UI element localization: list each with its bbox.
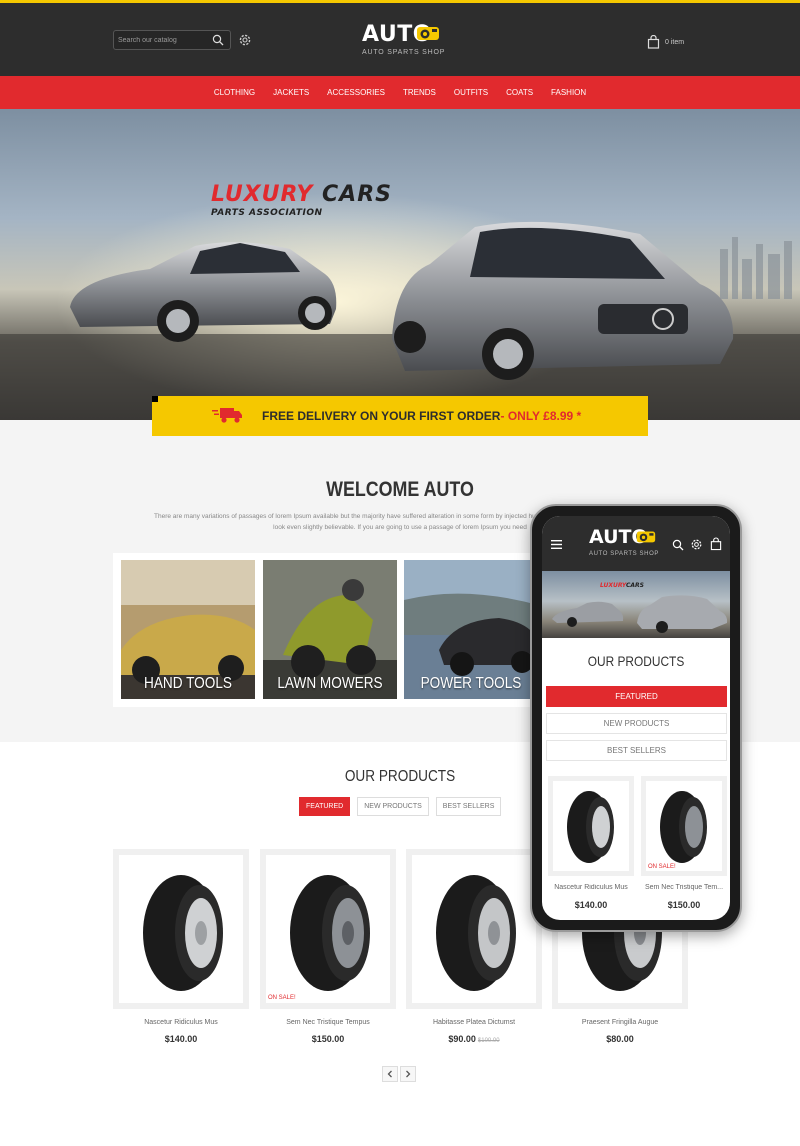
mobile-hero-banner[interactable]: LUXURY CARS (542, 571, 730, 638)
mobile-product-name[interactable]: Nascetur Ridiculus Mus (546, 884, 636, 891)
tire-image (436, 875, 516, 991)
category-label: POWER TOOLS (420, 675, 522, 692)
hero-cars-image (0, 109, 800, 420)
tab-new-products[interactable]: NEW PRODUCTS (357, 797, 429, 816)
product-name[interactable]: Habitasse Platea Dictumst (406, 1019, 542, 1026)
product-tabs: FEATURED NEW PRODUCTS BEST SELLERS (299, 797, 502, 816)
product-name[interactable]: Praesent Fringilla Augue (552, 1019, 688, 1026)
mobile-header: AUTO AUTO SPARTS SHOP (542, 516, 730, 571)
mobile-product-price: $140.00 (574, 900, 608, 910)
site-logo[interactable]: AUTO AUTO SPARTS SHOP (362, 20, 446, 60)
svg-text:LUXURY: LUXURY (600, 582, 627, 589)
price-value: $150.00 (311, 1034, 345, 1044)
phone-screen: AUTO AUTO SPARTS SHOP LUXURY CARS OUR PR… (542, 516, 730, 920)
product-price: $140.00 (113, 1034, 249, 1044)
mobile-product-card[interactable]: ON SALE! (641, 776, 727, 876)
price-value: $90.00 (448, 1034, 476, 1044)
hero-cars-image: LUXURY CARS (552, 582, 728, 633)
mobile-product-price: $150.00 (667, 900, 701, 910)
product-card[interactable] (113, 849, 249, 1009)
product-price: $80.00 (552, 1034, 688, 1044)
hamburger-menu-icon[interactable] (551, 540, 562, 549)
tire-image (290, 875, 370, 991)
hero-title: LUXURY CARS (211, 182, 392, 207)
gear-icon[interactable] (690, 538, 703, 551)
free-delivery-banner: FREE DELIVERY ON YOUR FIRST ORDER- ONLY … (152, 396, 648, 436)
main-nav: CLOTHING JACKETS ACCESSORIES TRENDS OUTF… (0, 76, 800, 109)
category-label: LAWN MOWERS (277, 675, 383, 692)
on-sale-badge: ON SALE! (648, 864, 676, 870)
hero-banner[interactable]: LUXURY CARS PARTS ASSOCIATION (0, 109, 800, 420)
mobile-tab-featured[interactable]: FEATURED (546, 686, 727, 707)
hero-subtitle: PARTS ASSOCIATION (211, 208, 323, 218)
tire-image (567, 791, 614, 863)
hero-title-dark: CARS (322, 182, 392, 207)
tab-best-sellers[interactable]: BEST SELLERS (435, 797, 502, 816)
nav-item-trends[interactable]: TRENDS (394, 88, 445, 97)
category-banner-strip: HAND TOOLS LAWN MOWERS POWER TOOLS (113, 553, 543, 707)
search-icon[interactable] (212, 34, 224, 46)
shopping-bag-icon[interactable] (647, 35, 660, 49)
phone-mockup: AUTO AUTO SPARTS SHOP LUXURY CARS OUR PR… (530, 504, 742, 932)
tire-image (660, 791, 707, 863)
wheel-logo-icon (417, 27, 439, 40)
chevron-left-icon (387, 1070, 392, 1078)
tire-image (143, 875, 223, 991)
mobile-tab-best-sellers[interactable]: BEST SELLERS (546, 740, 727, 761)
cart-count[interactable]: 0 item (665, 39, 684, 46)
mobile-product-name[interactable]: Sem Nec Tristique Tem... (639, 884, 729, 891)
mobile-tab-new-products[interactable]: NEW PRODUCTS (546, 713, 727, 734)
category-power-tools[interactable]: POWER TOOLS (404, 560, 538, 699)
price-value: $140.00 (164, 1034, 198, 1044)
chevron-right-icon (406, 1070, 411, 1078)
mobile-product-card[interactable] (548, 776, 634, 876)
product-name[interactable]: Sem Nec Tristique Tempus (260, 1019, 396, 1026)
on-sale-badge: ON SALE! (268, 995, 296, 1001)
product-card[interactable] (406, 849, 542, 1009)
delivery-price: - ONLY £8.99 * (500, 409, 582, 423)
product-card[interactable]: ON SALE! (260, 849, 396, 1009)
nav-item-jackets[interactable]: JACKETS (264, 88, 318, 97)
product-price: $90.00 $100.00 (406, 1034, 542, 1044)
site-header: AUTO AUTO SPARTS SHOP 0 item (0, 3, 800, 76)
search-input[interactable] (118, 33, 208, 48)
product-price: $150.00 (260, 1034, 396, 1044)
nav-item-clothing[interactable]: CLOTHING (205, 88, 264, 97)
tab-featured[interactable]: FEATURED (299, 797, 351, 816)
prev-button[interactable] (382, 1066, 398, 1082)
nav-item-outfits[interactable]: OUTFITS (445, 88, 497, 97)
category-label: HAND TOOLS (144, 675, 232, 692)
mobile-products-title: OUR PRODUCTS (587, 653, 685, 669)
svg-text:CARS: CARS (626, 582, 644, 589)
mobile-logo[interactable]: AUTO AUTO SPARTS SHOP (589, 526, 658, 557)
search-icon[interactable] (672, 539, 684, 551)
delivery-text: FREE DELIVERY ON YOUR FIRST ORDER (262, 409, 501, 423)
delivery-truck-icon (212, 408, 242, 423)
wheel-logo-icon (636, 531, 656, 543)
nav-item-coats[interactable]: COATS (497, 88, 542, 97)
product-name[interactable]: Nascetur Ridiculus Mus (113, 1019, 249, 1026)
nav-item-fashion[interactable]: FASHION (542, 88, 595, 97)
next-button[interactable] (400, 1066, 416, 1082)
hero-title-red: LUXURY (211, 182, 314, 207)
gear-icon[interactable] (238, 33, 252, 47)
carousel-pager (382, 1066, 416, 1082)
nav-item-accessories[interactable]: ACCESSORIES (318, 88, 394, 97)
welcome-title: WELCOME AUTO (326, 478, 474, 501)
mobile-logo-tagline: AUTO SPARTS SHOP (589, 551, 659, 557)
old-price: $100.00 (477, 1038, 500, 1044)
category-lawn-mowers[interactable]: LAWN MOWERS (263, 560, 397, 699)
search-box[interactable] (113, 30, 231, 50)
price-value: $80.00 (606, 1034, 634, 1044)
category-hand-tools[interactable]: HAND TOOLS (121, 560, 255, 699)
logo-tagline: AUTO SPARTS SHOP (362, 49, 446, 56)
shopping-bag-icon[interactable] (710, 537, 722, 551)
